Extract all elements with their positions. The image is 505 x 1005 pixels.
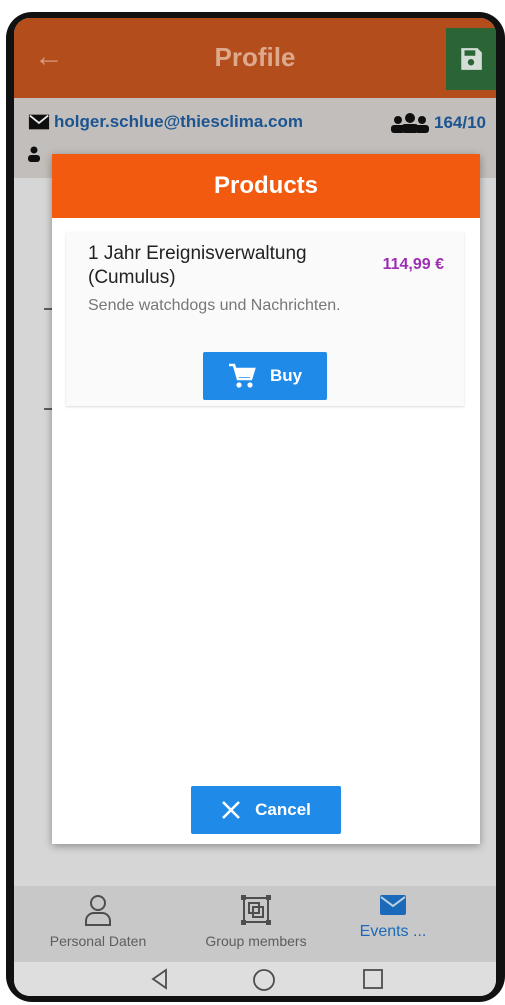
buy-label: Buy xyxy=(269,366,303,385)
product-name: 1 Jahr Ereignisverwaltung (Cumulus) xyxy=(88,243,307,288)
product-card: 1 Jahr Ereignisverwaltung (Cumulus) 114,… xyxy=(66,232,464,406)
close-icon xyxy=(222,801,241,819)
cancel-label: Cancel xyxy=(255,800,311,819)
dialog-title: Products xyxy=(52,154,480,218)
cart-icon xyxy=(228,363,256,388)
buy-button[interactable]: Buy xyxy=(203,352,327,400)
products-dialog: Products 1 Jahr Ereignisverwaltung (Cumu… xyxy=(52,154,480,844)
product-description: Sende watchdogs und Nachrichten. xyxy=(88,297,341,314)
phone-frame: ← Profile holger.schlue@thiesclima.com 1… xyxy=(6,12,505,1002)
product-price: 114,99 € xyxy=(382,256,444,273)
screen: ← Profile holger.schlue@thiesclima.com 1… xyxy=(14,18,496,996)
cancel-button[interactable]: Cancel xyxy=(191,786,341,834)
